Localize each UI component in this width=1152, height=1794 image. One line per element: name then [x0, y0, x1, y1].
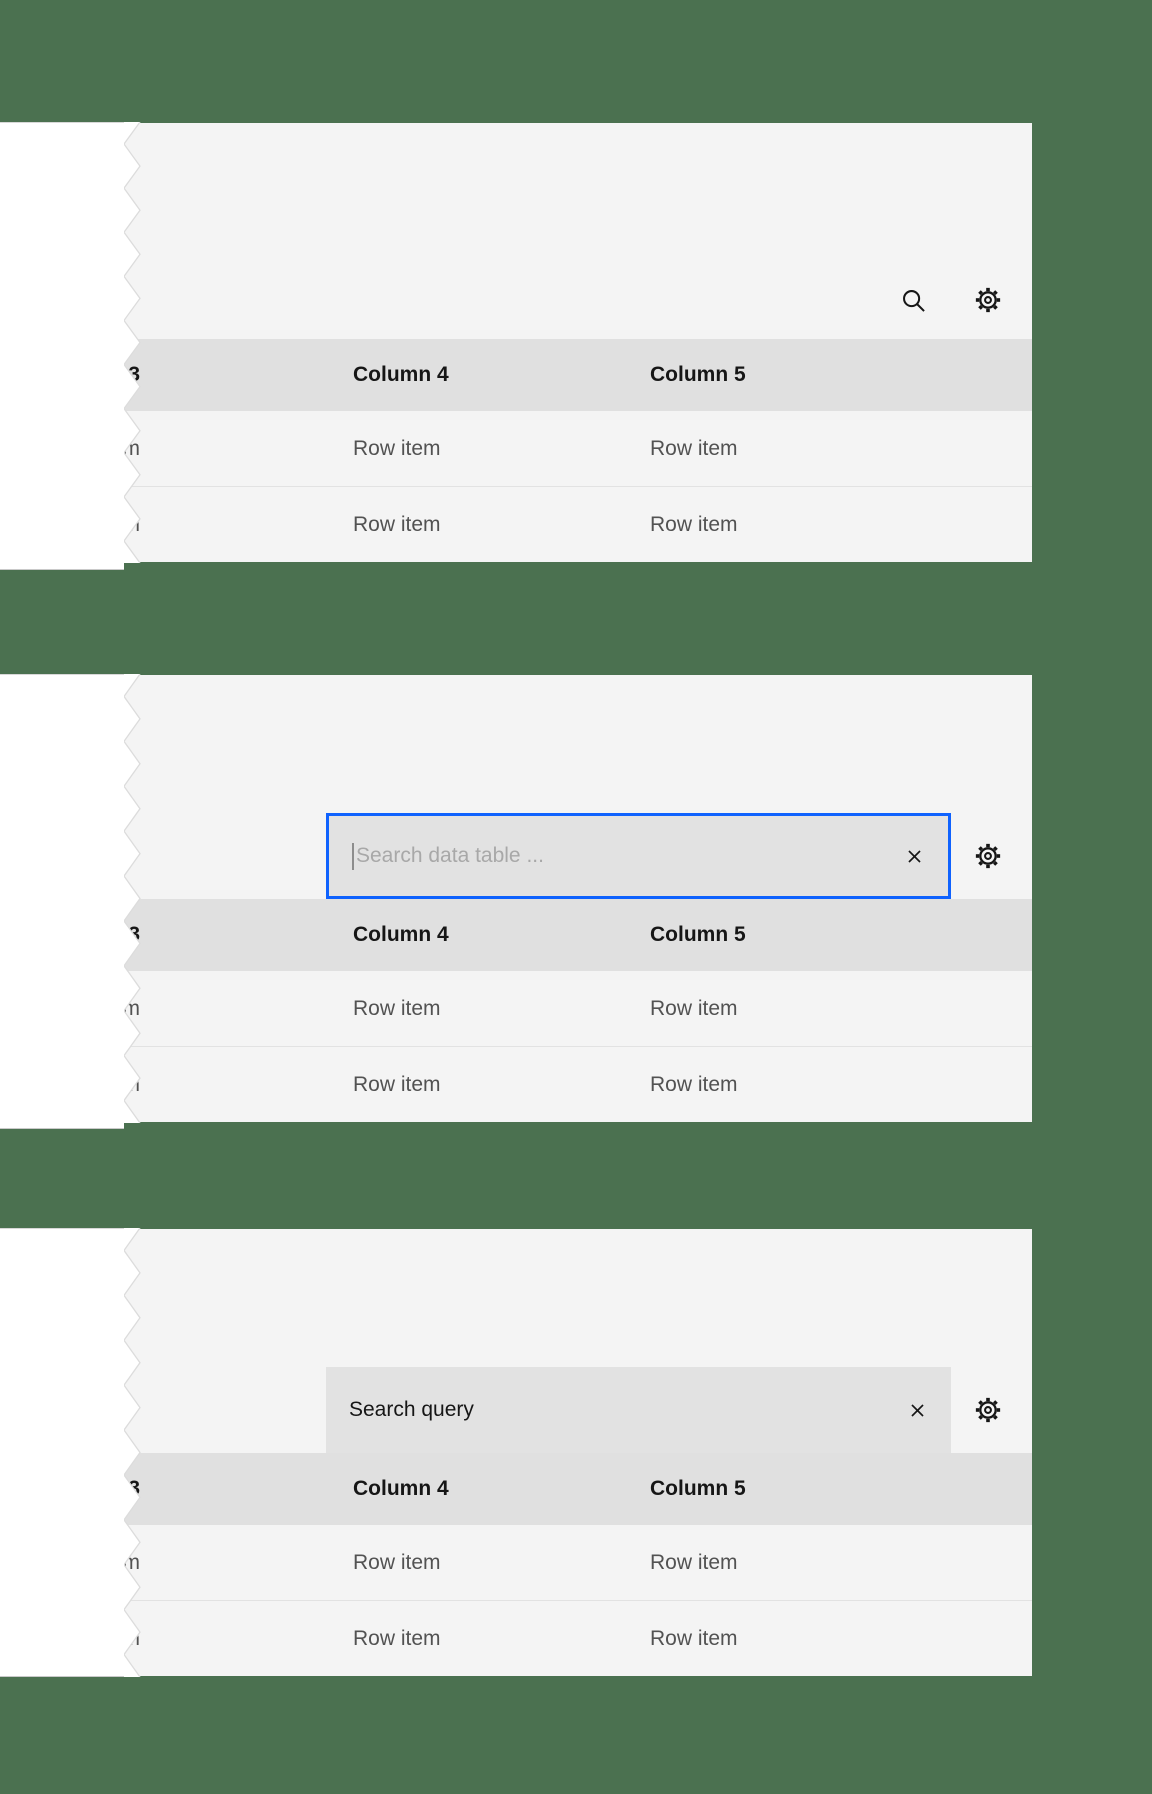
table-row: Row item Row item Row item — [52, 971, 1032, 1046]
settings-button[interactable] — [964, 276, 1012, 324]
table-row: Row item Row item Row item — [52, 1600, 1032, 1676]
header-cell: Column 5 — [650, 363, 746, 386]
table-cell: Row item — [353, 512, 441, 536]
table-cell: Row item — [353, 1626, 441, 1650]
page-margin-strip — [0, 1228, 124, 1677]
search-placeholder: Search data table ... — [356, 844, 544, 867]
table-cell: Row item — [650, 996, 738, 1020]
datatable-panel-search-query: Search query 3 Column 4 Column 5 Row ite… — [44, 1228, 1032, 1677]
table-row: Row item Row item Row item — [52, 1046, 1032, 1122]
search-button[interactable] — [889, 276, 937, 324]
table-cell: Row item — [353, 1550, 441, 1574]
datatable-panel-collapsed-search: Column 3 Column 4 Column 5 Row item Row … — [44, 122, 1032, 563]
search-value: Search query — [349, 1398, 474, 1421]
table-cell: Row item — [650, 1072, 738, 1096]
page-margin-strip — [0, 674, 124, 1129]
gear-icon — [975, 1397, 1001, 1423]
search-input[interactable]: Search data table ... — [326, 813, 951, 899]
table-cell: Row item — [650, 436, 738, 460]
clear-search-button[interactable] — [895, 1388, 939, 1432]
table-row: Row item Row item Row item — [52, 486, 1032, 562]
text-cursor — [352, 842, 354, 870]
table-toolbar: Search data table ... — [123, 675, 1032, 899]
table-cell: Row item — [353, 1072, 441, 1096]
table-header-row: Column 3 Column 4 Column 5 — [44, 339, 1032, 411]
table-toolbar: Search query — [123, 1229, 1032, 1453]
table-toolbar — [123, 123, 1032, 339]
table-cell: Row item — [353, 996, 441, 1020]
search-icon — [902, 289, 925, 312]
table-row: Row item Row item Row item — [52, 1525, 1032, 1600]
header-cell: Column 4 — [353, 923, 449, 946]
datatable-panel-expanded-search: Search data table ... 3 Column 4 Column … — [44, 674, 1032, 1123]
close-icon — [910, 1403, 924, 1417]
header-cell: Column 5 — [650, 923, 746, 946]
settings-button[interactable] — [964, 1386, 1012, 1434]
search-input[interactable]: Search query — [326, 1367, 951, 1453]
gear-icon — [975, 843, 1001, 869]
clear-search-button[interactable] — [892, 834, 936, 878]
table-cell: Row item — [353, 436, 441, 460]
close-icon — [907, 849, 921, 863]
table-header-row: Column 3 Column 4 Column 5 — [44, 1453, 1032, 1525]
header-cell: Column 5 — [650, 1477, 746, 1500]
table-cell: Row item — [650, 512, 738, 536]
table-header-row: Column 3 Column 4 Column 5 — [44, 899, 1032, 971]
gear-icon — [975, 287, 1001, 313]
table-row: Row item Row item Row item — [52, 411, 1032, 486]
header-cell: Column 4 — [353, 1477, 449, 1500]
table-cell: Row item — [650, 1626, 738, 1650]
header-cell: Column 4 — [353, 363, 449, 386]
settings-button[interactable] — [964, 832, 1012, 880]
page-margin-strip — [0, 122, 124, 570]
table-cell: Row item — [650, 1550, 738, 1574]
